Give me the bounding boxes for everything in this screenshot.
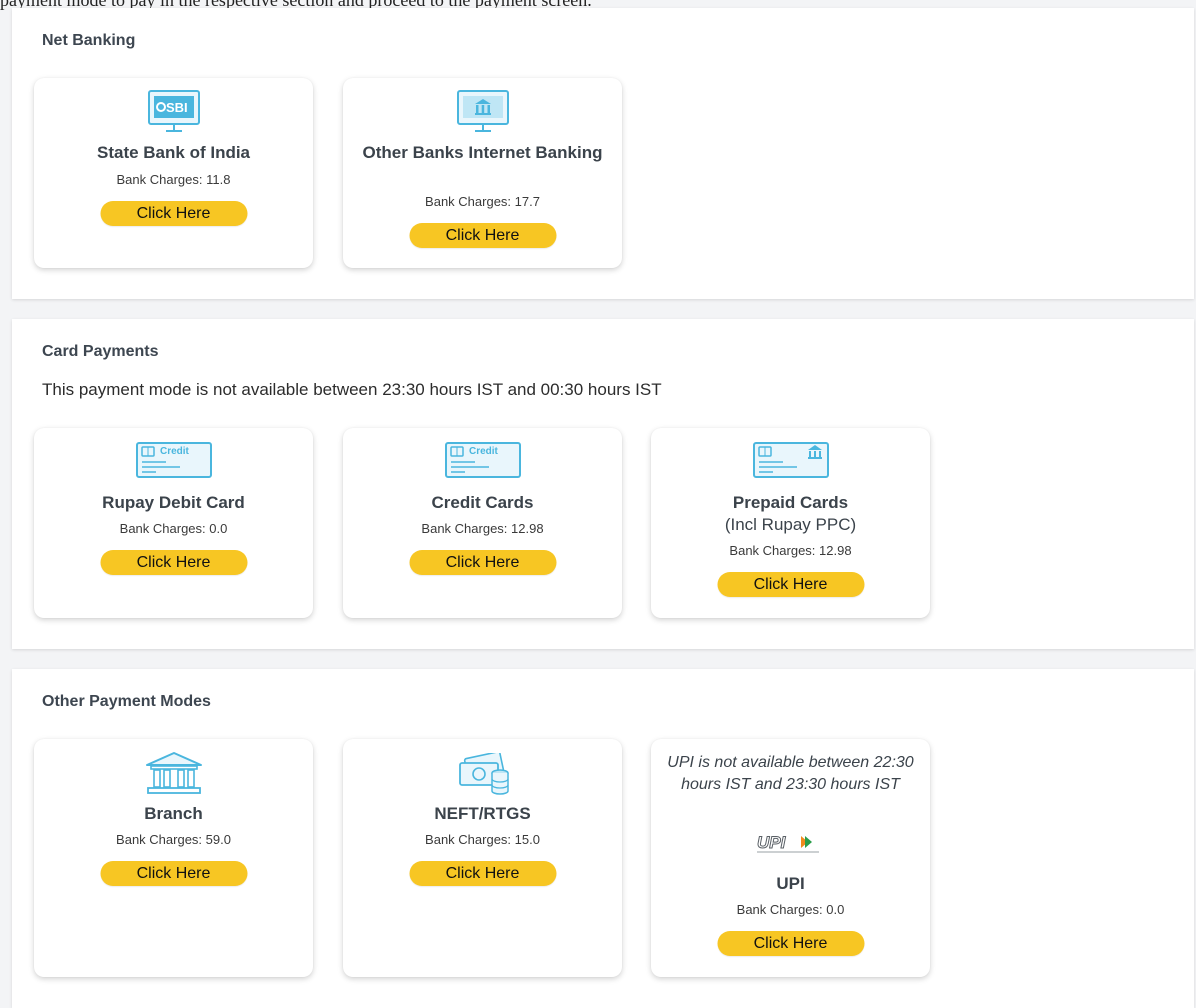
card-title: Credit Cards — [431, 493, 534, 512]
card-title: Other Banks Internet Banking — [362, 143, 603, 162]
bank-charges: Bank Charges: 15.0 — [425, 832, 540, 847]
section-title: Net Banking — [42, 32, 136, 49]
bank-charges: Bank Charges: 0.0 — [119, 521, 228, 536]
svg-text:Credit: Credit — [469, 446, 499, 457]
bank-charges: Bank Charges: 0.0 — [736, 902, 845, 917]
credit-card-icon: Credit — [34, 442, 313, 478]
sbi-monitor-icon: SBI — [34, 90, 313, 136]
upi-logo-icon: UPI — [651, 833, 930, 855]
payment-card-upi: UPI is not available between 22:30 hours… — [651, 739, 930, 977]
cash-coins-icon — [343, 753, 622, 797]
net-banking-section: Net Banking SBI State Bank of India Bank… — [12, 8, 1194, 299]
click-here-button-upi[interactable]: Click Here — [717, 931, 864, 956]
payment-card-prepaid: Prepaid Cards (Incl Rupay PPC) Bank Char… — [651, 428, 930, 618]
credit-card-icon: Credit — [343, 442, 622, 478]
bank-charges: Bank Charges: 12.98 — [729, 543, 852, 558]
click-here-button-prepaid[interactable]: Click Here — [717, 572, 864, 597]
card-title: UPI — [776, 874, 805, 893]
card-title: Prepaid Cards — [732, 493, 849, 512]
bank-charges: Bank Charges: 17.7 — [425, 194, 540, 209]
payment-card-rupay-debit: Credit Rupay Debit Card Bank Charges: 0.… — [34, 428, 313, 618]
svg-text:UPI: UPI — [757, 833, 787, 852]
click-here-button-neft-rtgs[interactable]: Click Here — [409, 861, 556, 886]
section-title: Other Payment Modes — [42, 693, 211, 710]
click-here-button-sbi[interactable]: Click Here — [100, 201, 247, 226]
svg-text:SBI: SBI — [166, 100, 188, 115]
card-title: Rupay Debit Card — [102, 493, 245, 512]
card-title: State Bank of India — [96, 143, 251, 162]
card-title: NEFT/RTGS — [434, 804, 531, 823]
card-payments-section: Card Payments This payment mode is not a… — [12, 319, 1194, 649]
payment-card-neft-rtgs: NEFT/RTGS Bank Charges: 15.0 Click Here — [343, 739, 622, 977]
bank-charges: Bank Charges: 11.8 — [116, 172, 231, 187]
bank-building-icon — [34, 751, 313, 795]
prepaid-card-icon — [651, 442, 930, 478]
card-title: Branch — [144, 804, 203, 823]
other-payment-modes-section: Other Payment Modes Branch Bank Charges:… — [12, 669, 1194, 1008]
availability-note: This payment mode is not available betwe… — [42, 380, 662, 399]
svg-text:Credit: Credit — [160, 446, 190, 457]
click-here-button-rupay-debit[interactable]: Click Here — [100, 550, 247, 575]
card-subtitle: (Incl Rupay PPC) — [724, 515, 857, 534]
click-here-button-other-banks[interactable]: Click Here — [409, 223, 556, 248]
bank-charges: Bank Charges: 59.0 — [116, 832, 231, 847]
bank-charges: Bank Charges: 12.98 — [421, 521, 544, 536]
click-here-button-credit[interactable]: Click Here — [409, 550, 556, 575]
section-title: Card Payments — [42, 343, 159, 360]
upi-availability-note: UPI is not available between 22:30 hours… — [667, 754, 914, 793]
click-here-button-branch[interactable]: Click Here — [100, 861, 247, 886]
payment-card-credit: Credit Credit Cards Bank Charges: 12.98 … — [343, 428, 622, 618]
payment-card-sbi: SBI State Bank of India Bank Charges: 11… — [34, 78, 313, 268]
bank-monitor-icon — [343, 90, 622, 136]
payment-card-other-banks: Other Banks Internet Banking Bank Charge… — [343, 78, 622, 268]
payment-card-branch: Branch Bank Charges: 59.0 Click Here — [34, 739, 313, 977]
